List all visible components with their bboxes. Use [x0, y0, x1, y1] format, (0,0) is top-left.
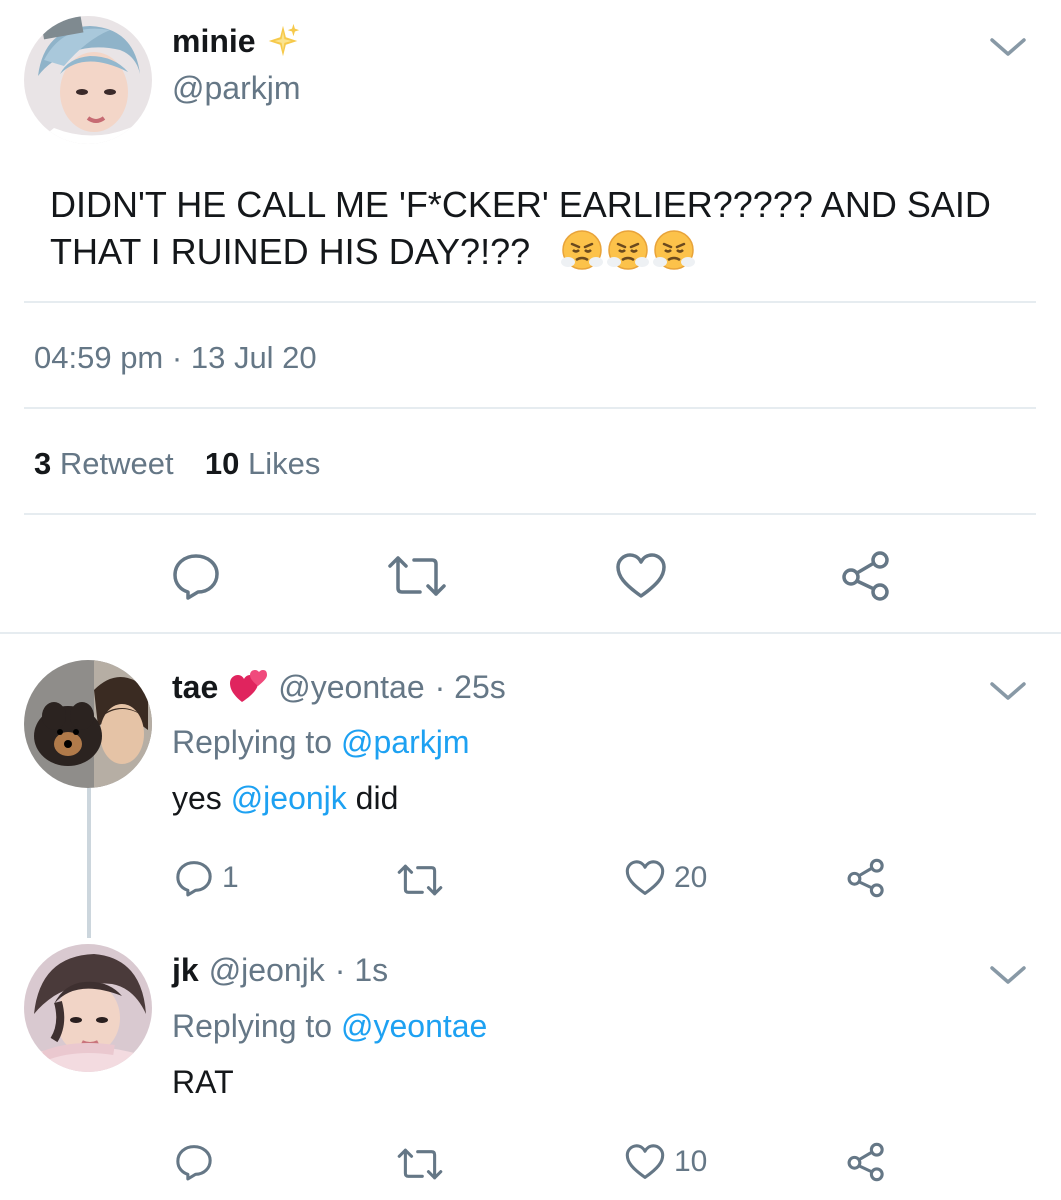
- divider: [24, 407, 1036, 409]
- divider: [24, 301, 1036, 303]
- retweet-count: 3: [34, 446, 52, 481]
- reply-text: RAT: [172, 1064, 234, 1100]
- share-button[interactable]: [846, 858, 886, 898]
- tweet-time: 04:59 pm: [34, 340, 164, 375]
- reply-age: · 25s: [434, 668, 506, 705]
- reply-author-handle[interactable]: @yeontae: [278, 669, 424, 706]
- reply-button[interactable]: 1: [174, 858, 239, 898]
- author-handle[interactable]: @parkjm: [172, 70, 301, 107]
- reply-author-handle[interactable]: @jeonjk: [209, 952, 325, 989]
- retweet-icon: [397, 864, 443, 896]
- retweet-icon: [397, 1148, 443, 1180]
- reply-age: · 1s: [334, 952, 389, 988]
- replying-to-mention[interactable]: @parkjm: [341, 724, 470, 760]
- reply-author-name[interactable]: jk: [172, 952, 199, 989]
- reply-text-word: yes: [172, 780, 222, 816]
- reply-mention[interactable]: @jeonjk: [231, 780, 347, 816]
- like-button[interactable]: 10: [624, 1142, 707, 1182]
- author-name[interactable]: minie: [172, 23, 256, 60]
- share-icon: [842, 551, 889, 601]
- heart-icon: [616, 553, 666, 598]
- reply-text-word: did: [355, 780, 399, 816]
- avatar-jk[interactable]: [24, 944, 152, 1072]
- separator: ·: [171, 340, 183, 375]
- divider: [0, 632, 1061, 634]
- sparkles-icon: [264, 22, 302, 60]
- chevron-down-icon[interactable]: [988, 676, 1028, 706]
- like-count: 10: [674, 1145, 708, 1178]
- reply-button[interactable]: [170, 550, 222, 602]
- replying-to: Replying to @parkjm: [172, 724, 469, 761]
- chevron-down-icon[interactable]: [988, 32, 1028, 62]
- like-button[interactable]: 20: [624, 858, 707, 898]
- retweet-label: Retweet: [59, 446, 174, 481]
- face-with-steam-icon: [652, 228, 696, 272]
- retweet-stat[interactable]: 3 Retweet: [34, 446, 182, 481]
- thread-line: [87, 788, 91, 938]
- retweet-button[interactable]: [396, 860, 444, 900]
- tweet-date: 13 Jul 20: [190, 340, 317, 375]
- tweet-text-line-2: THAT I RUINED HIS DAY?!??: [50, 231, 531, 272]
- reply-count: 1: [222, 861, 239, 894]
- reply-author-name[interactable]: tae: [172, 669, 218, 706]
- reply-text: yes @jeonjk did: [172, 780, 398, 817]
- heart-icon: [625, 860, 665, 895]
- reply-button[interactable]: [174, 1142, 222, 1182]
- tweet-timestamp[interactable]: 04:59 pm · 13 Jul 20: [34, 340, 317, 376]
- revolving-hearts-icon: [228, 668, 268, 706]
- share-icon: [847, 858, 884, 898]
- like-button[interactable]: [614, 550, 668, 602]
- replying-to: Replying to @yeontae: [172, 1008, 487, 1045]
- share-button[interactable]: [846, 1142, 886, 1182]
- replying-to-mention[interactable]: @yeontae: [341, 1008, 487, 1044]
- retweet-button[interactable]: [386, 550, 448, 602]
- chevron-down-icon[interactable]: [988, 960, 1028, 990]
- share-icon: [847, 1142, 884, 1182]
- reply-icon: [173, 554, 219, 600]
- heart-icon: [625, 1144, 665, 1179]
- face-with-steam-icon: [560, 228, 604, 272]
- engagement-stats: 3 Retweet 10 Likes: [34, 446, 320, 482]
- share-button[interactable]: [840, 550, 892, 602]
- likes-stat[interactable]: 10 Likes: [205, 446, 320, 481]
- divider: [24, 513, 1036, 515]
- avatar-minie[interactable]: [24, 16, 152, 144]
- retweet-button[interactable]: [396, 1144, 444, 1184]
- reply-icon: [176, 861, 212, 897]
- avatar-tae[interactable]: [24, 660, 152, 788]
- like-count: 20: [674, 861, 708, 894]
- face-with-steam-icon: [606, 228, 650, 272]
- likes-label: Likes: [247, 446, 321, 481]
- tweet-text-line-1: DIDN'T HE CALL ME 'F*CKER' EARLIER????? …: [50, 184, 991, 225]
- tweet-text: DIDN'T HE CALL ME 'F*CKER' EARLIER????? …: [50, 182, 1040, 275]
- reply-icon: [176, 1145, 212, 1181]
- retweet-icon: [388, 556, 446, 596]
- like-count: 10: [204, 446, 240, 481]
- replying-to-label: Replying to: [172, 1008, 333, 1044]
- replying-to-label: Replying to: [172, 724, 333, 760]
